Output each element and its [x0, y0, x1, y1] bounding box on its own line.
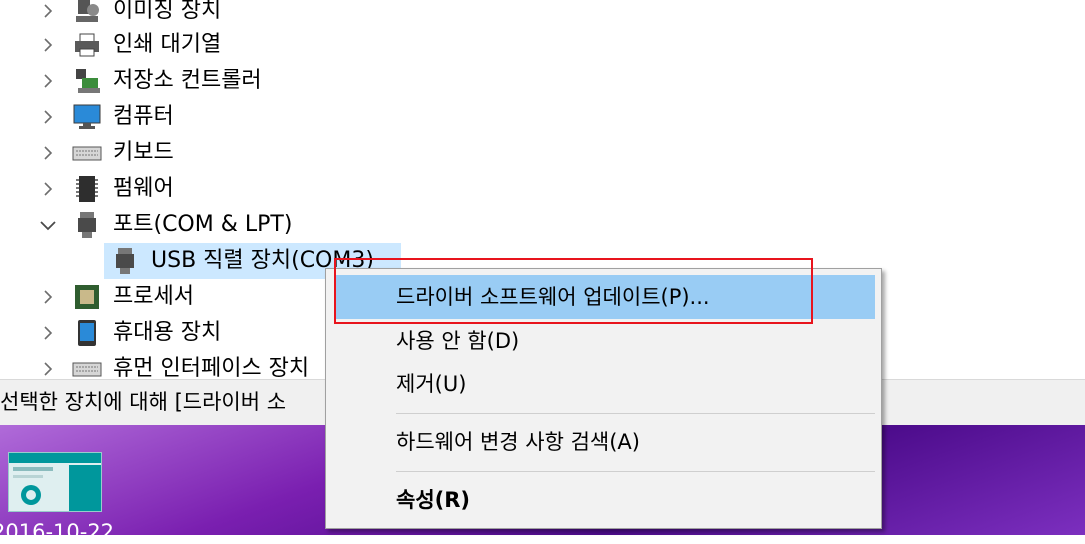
- tree-item-keyboards[interactable]: 키보드: [0, 135, 400, 171]
- chevron-right-icon[interactable]: [38, 63, 58, 99]
- chevron-right-icon[interactable]: [38, 315, 58, 351]
- tree-item-computer[interactable]: 컴퓨터: [0, 99, 400, 135]
- menu-item-disable[interactable]: 사용 안 함(D): [334, 319, 875, 363]
- menu-item-label: 하드웨어 변경 사항 검색(A): [396, 430, 640, 454]
- status-text: 선택한 장치에 대해 [드라이버 소: [0, 390, 287, 414]
- menu-item-label: 속성(R): [396, 488, 471, 512]
- chevron-right-icon[interactable]: [38, 0, 58, 29]
- tree-item-print-queues[interactable]: 인쇄 대기열: [0, 27, 400, 63]
- tree-item-imaging-devices[interactable]: 이미징 장치: [0, 0, 400, 29]
- thumbnail-date-label: 2016-10-22: [0, 520, 115, 544]
- firmware-chip-icon: [72, 174, 102, 204]
- menu-item-label: 제거(U): [396, 372, 467, 396]
- tree-item-firmware[interactable]: 펌웨어: [0, 171, 400, 207]
- menu-item-scan-hardware[interactable]: 하드웨어 변경 사항 검색(A): [334, 420, 875, 464]
- chevron-right-icon[interactable]: [38, 135, 58, 171]
- menu-item-label: 사용 안 함(D): [396, 329, 520, 353]
- tree-item-label: 컴퓨터: [113, 104, 174, 129]
- port-connector-icon: [110, 246, 140, 276]
- thumbnail-preview-icon: [9, 453, 101, 511]
- processor-icon: [72, 282, 102, 312]
- chevron-right-icon[interactable]: [38, 171, 58, 207]
- tree-item-label: 프로세서: [113, 284, 194, 309]
- chevron-right-icon[interactable]: [38, 27, 58, 63]
- tree-item-label: 이미징 장치: [113, 0, 222, 23]
- chevron-right-icon[interactable]: [38, 99, 58, 135]
- tree-item-ports[interactable]: 포트(COM & LPT): [0, 207, 400, 243]
- chevron-down-icon[interactable]: [38, 207, 58, 243]
- menu-separator: [396, 471, 875, 472]
- tree-item-label: 펌웨어: [113, 176, 174, 201]
- tree-item-storage-controllers[interactable]: 저장소 컨트롤러: [0, 63, 400, 99]
- keyboard-icon: [72, 138, 102, 168]
- storage-controller-icon: [72, 66, 102, 96]
- tree-item-label: 저장소 컨트롤러: [113, 68, 262, 93]
- portable-device-icon: [72, 318, 102, 348]
- annotation-highlight-box: [334, 258, 813, 324]
- menu-item-properties[interactable]: 속성(R): [334, 478, 875, 522]
- menu-separator: [396, 413, 875, 414]
- printer-icon: [72, 30, 102, 60]
- port-connector-icon: [72, 210, 102, 240]
- tree-item-label: 휴대용 장치: [113, 320, 222, 345]
- menu-item-uninstall[interactable]: 제거(U): [334, 362, 875, 406]
- tree-item-label: 키보드: [113, 140, 174, 165]
- tree-item-label: 포트(COM & LPT): [113, 212, 293, 237]
- imaging-device-icon: [72, 0, 102, 26]
- tree-item-label: 인쇄 대기열: [113, 32, 222, 57]
- desktop-file-thumbnail[interactable]: [8, 452, 102, 512]
- chevron-right-icon[interactable]: [38, 279, 58, 315]
- monitor-icon: [72, 102, 102, 132]
